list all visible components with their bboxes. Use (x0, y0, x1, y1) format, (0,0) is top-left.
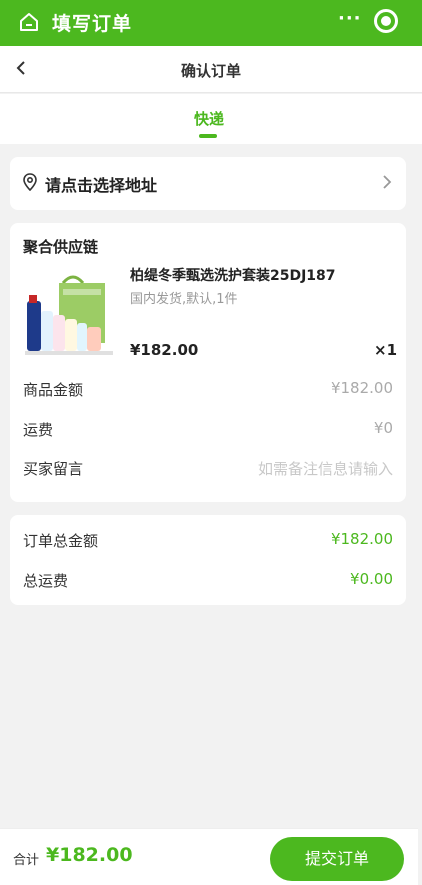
product-image[interactable] (23, 271, 115, 363)
buyer-message-label: 买家留言 (23, 460, 84, 478)
address-placeholder: 请点击选择地址 (45, 176, 158, 195)
target-icon[interactable] (374, 9, 398, 33)
delivery-tabs: 快递 (0, 94, 422, 144)
address-selector[interactable]: 请点击选择地址 (10, 157, 406, 210)
product-price: ¥182.00 (130, 341, 199, 359)
product-quantity: ×1 (374, 341, 398, 359)
shipping-fee-label: 运费 (23, 421, 54, 439)
sum-value: ¥182.00 (46, 844, 133, 866)
total-shipping-label: 总运费 (23, 572, 69, 590)
order-card: 聚合供应链 柏缇冬季甄选洗护套装25DJ187 国内发货,默认,1件 ¥182.… (10, 223, 406, 502)
chevron-right-icon (383, 175, 392, 189)
buyer-message-input[interactable]: 如需备注信息请输入 (258, 458, 393, 479)
sum-label: 合计 (13, 853, 40, 868)
nav-bar: 确认订单 (0, 46, 422, 93)
tab-indicator (199, 134, 217, 138)
goods-amount-value: ¥182.00 (330, 379, 393, 397)
totals-card: 订单总金额 ¥182.00 总运费 ¥0.00 (10, 515, 406, 605)
product-name: 柏缇冬季甄选洗护套装25DJ187 (130, 268, 336, 284)
goods-amount-label: 商品金额 (23, 381, 84, 399)
tab-express[interactable]: 快递 (0, 108, 418, 129)
order-total-label: 订单总金额 (23, 532, 99, 550)
more-icon[interactable]: ··· (338, 8, 362, 29)
order-total-value: ¥182.00 (330, 530, 393, 548)
store-name: 聚合供应链 (23, 238, 99, 256)
checkout-bar: 合计 ¥182.00 提交订单 (0, 828, 418, 885)
app-bar: 填写订单 ··· (0, 0, 422, 46)
page-title: 确认订单 (180, 62, 241, 80)
submit-order-button[interactable]: 提交订单 (270, 837, 404, 881)
home-icon[interactable] (18, 11, 40, 33)
product-spec: 国内发货,默认,1件 (130, 292, 238, 307)
total-shipping-value: ¥0.00 (350, 570, 393, 588)
location-pin-icon (23, 173, 37, 191)
shipping-fee-value: ¥0 (373, 419, 393, 437)
app-title: 填写订单 (52, 13, 133, 35)
